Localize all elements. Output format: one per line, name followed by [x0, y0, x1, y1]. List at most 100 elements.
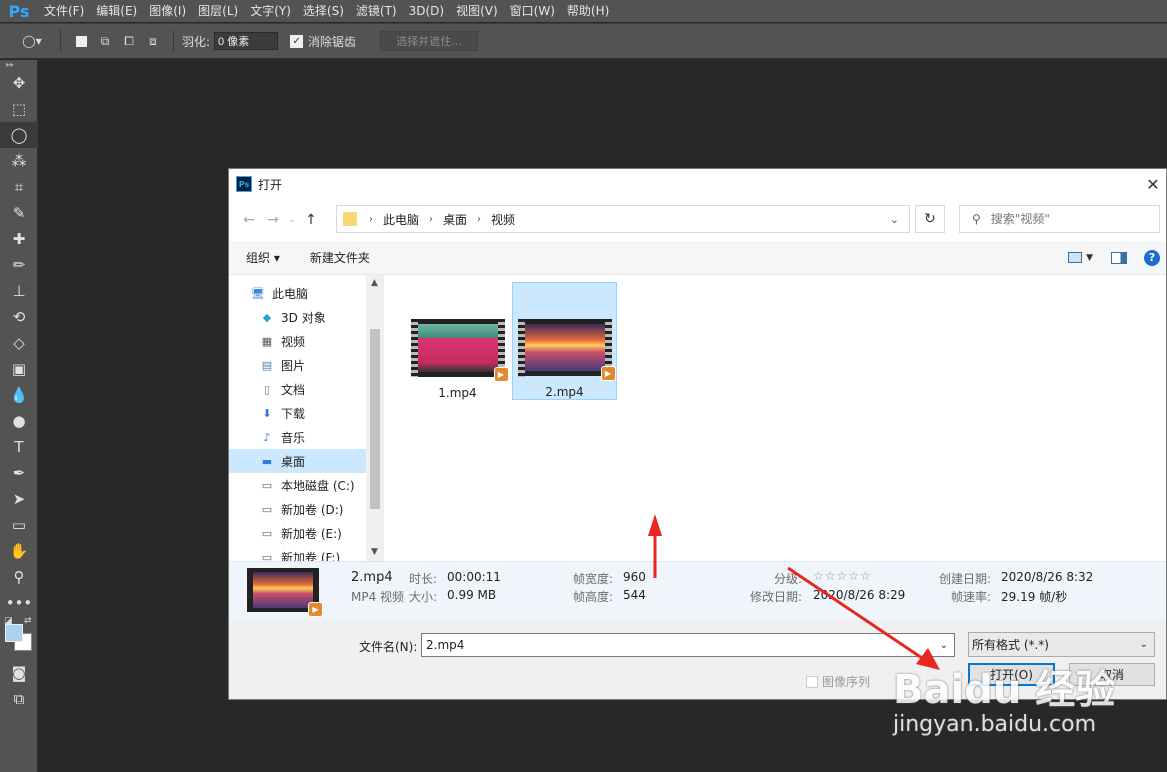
dialog-titlebar[interactable]: Ps 打开 [229, 169, 1166, 199]
menu-image[interactable]: 图像(I) [143, 0, 192, 22]
pen-tool-icon[interactable]: ✒ [0, 460, 38, 486]
video-thumbnail: ▶ [410, 319, 509, 382]
image-sequence-option[interactable]: 图像序列 [806, 673, 870, 690]
zoom-tool-icon[interactable]: ⚲ [0, 564, 38, 590]
feather-input[interactable] [214, 32, 279, 50]
select-and-mask-button[interactable]: 选择并遮住... [380, 31, 479, 51]
scroll-down-icon[interactable]: ▼ [366, 544, 383, 561]
nav-item-videos[interactable]: ▦ 视频 [229, 329, 383, 353]
eyedropper-tool-icon[interactable]: ✎ [0, 200, 38, 226]
healing-brush-tool-icon[interactable]: ✚ [0, 226, 38, 252]
new-folder-button[interactable]: 新建文件夹 [290, 249, 380, 266]
add-selection-icon[interactable]: ⧉ [95, 31, 115, 51]
nav-item-desktop[interactable]: ▬ 桌面 [229, 449, 368, 473]
ps-logo: Ps [8, 1, 30, 21]
scroll-thumb[interactable] [370, 329, 380, 509]
chevron-down-icon[interactable]: ▼ [1086, 253, 1093, 263]
more-tools-icon[interactable]: ••• [0, 590, 38, 616]
file-item[interactable]: ▶ 1.mp4 [405, 282, 510, 400]
lasso-tool-icon[interactable]: ◯ [0, 122, 38, 148]
file-item[interactable]: ▶ 2.mp4 [512, 282, 617, 400]
breadcrumb-desktop[interactable]: 桌面 [443, 211, 467, 228]
crop-tool-icon[interactable]: ⌗ [0, 174, 38, 200]
back-arrow-icon[interactable]: ← [237, 212, 261, 228]
menu-type[interactable]: 文字(Y) [244, 0, 297, 22]
menu-help[interactable]: 帮助(H) [561, 0, 615, 22]
swap-colors-icon[interactable]: ⇄ [24, 616, 32, 626]
nav-item-drive-d[interactable]: ▭ 新加卷 (D:) [229, 497, 383, 521]
new-selection-icon[interactable] [71, 31, 91, 51]
nav-item-3d-objects[interactable]: ◆ 3D 对象 [229, 305, 383, 329]
nav-item-drive-e[interactable]: ▭ 新加卷 (E:) [229, 521, 383, 545]
close-icon[interactable]: ✕ [1142, 173, 1164, 195]
intersect-selection-icon[interactable]: ⧈ [143, 31, 163, 51]
move-tool-icon[interactable]: ✥ [0, 70, 38, 96]
menu-window[interactable]: 窗口(W) [504, 0, 561, 22]
nav-item-drive-f[interactable]: ▭ 新加卷 (F:) [229, 545, 383, 562]
image-sequence-checkbox[interactable] [806, 675, 818, 688]
eraser-tool-icon[interactable]: ◇ [0, 330, 38, 356]
nav-item-documents[interactable]: ▯ 文档 [229, 377, 383, 401]
file-name: 2.mp4 [545, 385, 584, 399]
rating-stars[interactable]: ☆☆☆☆☆ [813, 569, 872, 583]
chevron-down-icon[interactable]: ⌄ [940, 640, 948, 651]
menu-filter[interactable]: 滤镜(T) [350, 0, 403, 22]
chevron-down-icon[interactable]: ⌄ [1140, 639, 1148, 650]
filename-input[interactable]: 2.mp4 ⌄ [421, 633, 955, 657]
scroll-up-icon[interactable]: ▲ [366, 275, 383, 292]
menu-edit[interactable]: 编辑(E) [90, 0, 143, 22]
quick-mask-icon[interactable]: ◙ [0, 660, 38, 686]
modified-label: 修改日期: [750, 590, 803, 604]
color-swatches[interactable]: ◪ ⇄ [0, 616, 38, 660]
modified-value: 2020/8/26 8:29 [813, 588, 906, 602]
nav-item-pictures[interactable]: ▤ 图片 [229, 353, 383, 377]
chevron-right-icon[interactable]: › [477, 214, 481, 225]
help-icon[interactable]: ? [1144, 249, 1160, 266]
menu-file[interactable]: 文件(F) [38, 0, 90, 22]
subtract-selection-icon[interactable]: ⧠ [119, 31, 139, 51]
menu-layer[interactable]: 图层(L) [192, 0, 244, 22]
stamp-tool-icon[interactable]: ⊥ [0, 278, 38, 304]
menu-select[interactable]: 选择(S) [297, 0, 350, 22]
gradient-tool-icon[interactable]: ▣ [0, 356, 38, 382]
search-input[interactable] [990, 212, 1141, 226]
hand-tool-icon[interactable]: ✋ [0, 538, 38, 564]
nav-item-music[interactable]: ♪ 音乐 [229, 425, 383, 449]
nav-scrollbar[interactable]: ▲ ▼ [366, 275, 383, 561]
history-brush-tool-icon[interactable]: ⟲ [0, 304, 38, 330]
foreground-color[interactable] [5, 624, 23, 642]
forward-arrow-icon[interactable]: → [261, 212, 285, 228]
rectangle-tool-icon[interactable]: ▭ [0, 512, 38, 538]
refresh-icon[interactable]: ↻ [915, 205, 945, 233]
preview-pane-icon[interactable] [1111, 251, 1127, 264]
marquee-tool-icon[interactable]: ⬚ [0, 96, 38, 122]
type-tool-icon[interactable]: T [0, 434, 38, 460]
organize-button[interactable]: 组织 ▾ [229, 249, 290, 266]
antialias-checkbox[interactable]: ✓ [290, 34, 304, 48]
navigation-pane: 🖥 此电脑 ◆ 3D 对象 ▦ 视频 ▤ 图片 ▯ 文档 ⬇ 下载 ♪ 音乐 ▬… [229, 275, 384, 561]
magic-wand-tool-icon[interactable]: ⁂ [0, 148, 38, 174]
nav-item-this-pc[interactable]: 🖥 此电脑 [229, 281, 383, 305]
path-select-tool-icon[interactable]: ➤ [0, 486, 38, 512]
search-box[interactable]: ⚲ [959, 205, 1160, 233]
menu-3d[interactable]: 3D(D) [403, 0, 450, 22]
brush-tool-icon[interactable]: ✏ [0, 252, 38, 278]
address-bar[interactable]: › 此电脑 › 桌面 › 视频 ⌄ [336, 205, 910, 233]
chevron-down-icon[interactable]: ⌄ [890, 213, 899, 226]
blur-tool-icon[interactable]: 💧 [0, 382, 38, 408]
breadcrumb-videos[interactable]: 视频 [491, 211, 515, 228]
up-arrow-icon[interactable]: ↑ [299, 212, 323, 228]
nav-item-drive-c[interactable]: ▭ 本地磁盘 (C:) [229, 473, 383, 497]
collapse-icon[interactable]: ▸▸ [0, 60, 37, 70]
chevron-right-icon[interactable]: › [429, 214, 433, 225]
recent-dropdown-icon[interactable]: ⌄ [285, 215, 299, 225]
lasso-preset-icon[interactable]: ◯▾ [14, 31, 50, 51]
breadcrumb-this-pc[interactable]: 此电脑 [383, 211, 419, 228]
chevron-right-icon[interactable]: › [369, 214, 373, 225]
dodge-tool-icon[interactable]: ● [0, 408, 38, 434]
change-view-icon[interactable] [1068, 252, 1083, 263]
screen-mode-icon[interactable]: ⧉ [0, 686, 38, 712]
nav-item-downloads[interactable]: ⬇ 下载 [229, 401, 383, 425]
menu-view[interactable]: 视图(V) [450, 0, 504, 22]
file-type-select[interactable]: 所有格式 (*.*) ⌄ [968, 632, 1155, 657]
